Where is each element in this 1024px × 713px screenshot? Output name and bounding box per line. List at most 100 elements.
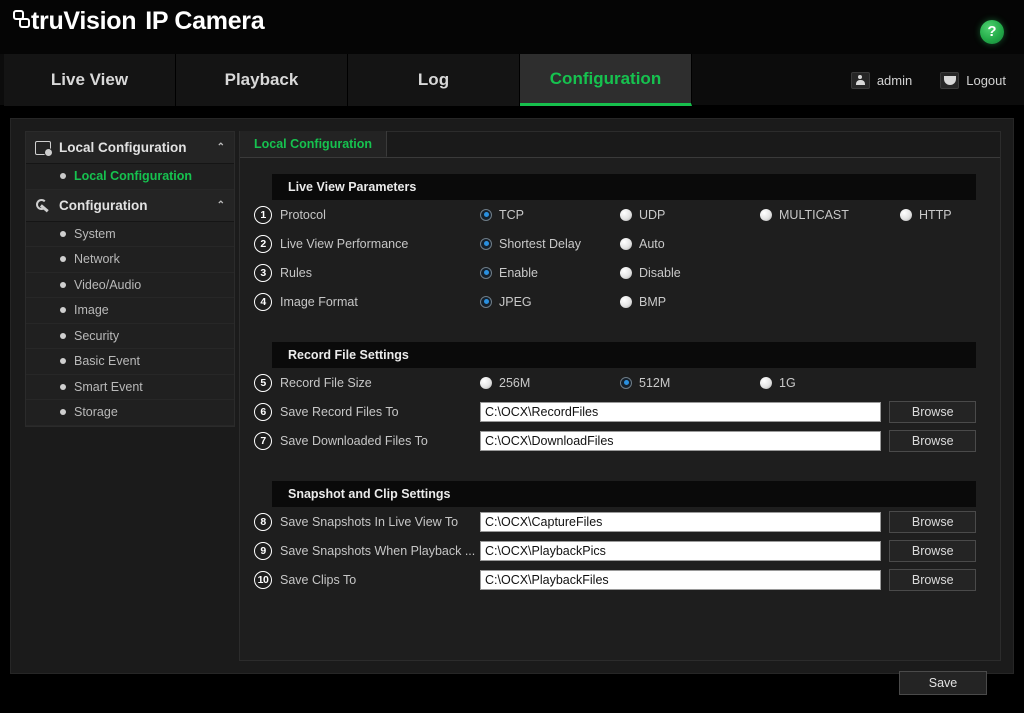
radio-label: JPEG	[499, 294, 532, 309]
sidebar: Local Configuration ⌃ Local Configuratio…	[25, 131, 235, 427]
radio-option-multicast[interactable]: MULTICAST	[760, 208, 900, 222]
radio-label: MULTICAST	[779, 207, 849, 222]
sidebar-item-basic-event[interactable]: Basic Event	[26, 349, 234, 375]
row-protocol: 1 Protocol TCP UDP MULTICAST HTTP	[254, 200, 976, 229]
user-avatar-icon	[850, 71, 870, 89]
sidebar-item-label: Video/Audio	[74, 277, 142, 292]
sidebar-item-label: System	[74, 226, 116, 241]
callout-marker: 9	[254, 541, 272, 560]
row-label: Protocol	[280, 207, 326, 222]
sidebar-group-label: Configuration	[59, 197, 148, 213]
browse-clips-button[interactable]: Browse	[889, 568, 976, 591]
radio-option-http[interactable]: HTTP	[900, 208, 952, 222]
callout-marker: 6	[254, 402, 272, 421]
sidebar-item-video-audio[interactable]: Video/Audio	[26, 273, 234, 298]
callout-marker: 7	[254, 431, 272, 450]
radio-icon	[760, 376, 772, 389]
inner-tabbar: Local Configuration	[240, 131, 1000, 158]
save-clips-input[interactable]	[480, 569, 882, 590]
sidebar-item-label: Storage	[74, 405, 118, 420]
save-record-files-input[interactable]	[480, 401, 882, 422]
radio-option-auto[interactable]: Auto	[620, 237, 665, 251]
radio-label: TCP	[499, 207, 524, 222]
save-downloaded-files-input[interactable]	[480, 430, 882, 451]
help-question-icon[interactable]: ?	[980, 20, 1004, 44]
page-body: Local Configuration ⌃ Local Configuratio…	[10, 118, 1014, 695]
bullet-icon	[60, 332, 66, 339]
radio-option-udp[interactable]: UDP	[620, 208, 760, 222]
main-navbar: Live View Playback Log Configuration adm…	[0, 54, 1024, 106]
save-bar: Save	[239, 667, 1001, 713]
browse-snapshots-live-view-button[interactable]: Browse	[889, 510, 976, 533]
row-rules: 3 Rules Enable Disable	[254, 258, 976, 287]
sidebar-item-image[interactable]: Image	[26, 298, 234, 324]
section-header-record-file-settings: Record File Settings	[272, 342, 976, 368]
radio-option-jpeg[interactable]: JPEG	[480, 295, 620, 309]
inner-tab-local-configuration[interactable]: Local Configuration	[240, 131, 388, 157]
radio-option-512m[interactable]: 512M	[620, 376, 760, 390]
brand-title: truVision IP Camera	[31, 7, 265, 35]
tab-log[interactable]: Log	[348, 54, 520, 106]
save-snapshots-live-view-input[interactable]	[480, 511, 882, 532]
logout-button[interactable]: Logout	[940, 71, 1006, 89]
radio-label: 1G	[779, 375, 796, 390]
radio-label: 512M	[639, 375, 671, 390]
sidebar-item-system[interactable]: System	[26, 222, 234, 247]
sidebar-item-storage[interactable]: Storage	[26, 400, 234, 426]
radio-label: HTTP	[919, 207, 952, 222]
radio-label: Auto	[639, 236, 665, 251]
radio-icon	[620, 376, 632, 389]
row-record-file-size: 5 Record File Size 256M 512M 1G	[254, 368, 976, 397]
monitor-icon	[35, 140, 53, 157]
radio-option-bmp[interactable]: BMP	[620, 295, 666, 309]
sidebar-group-configuration[interactable]: Configuration ⌃	[26, 189, 234, 222]
sidebar-item-local-configuration[interactable]: Local Configuration	[26, 164, 234, 190]
sidebar-item-network[interactable]: Network	[26, 247, 234, 273]
save-button[interactable]: Save	[899, 671, 987, 695]
callout-marker: 8	[254, 512, 272, 531]
row-label: Save Record Files To	[280, 404, 399, 419]
current-user[interactable]: admin	[850, 71, 913, 89]
bullet-icon	[60, 409, 66, 416]
row-image-format: 4 Image Format JPEG BMP	[254, 287, 976, 316]
radio-icon	[760, 208, 772, 221]
save-snapshots-playback-input[interactable]	[480, 540, 882, 561]
callout-marker: 4	[254, 292, 272, 311]
logout-label: Logout	[966, 72, 1006, 88]
sidebar-group-label: Local Configuration	[59, 140, 187, 155]
radio-option-tcp[interactable]: TCP	[480, 208, 620, 222]
sidebar-item-security[interactable]: Security	[26, 324, 234, 349]
row-label: Save Snapshots In Live View To	[280, 514, 459, 529]
radio-option-shortest-delay[interactable]: Shortest Delay	[480, 237, 620, 251]
radio-option-disable[interactable]: Disable	[620, 266, 681, 280]
chevron-up-icon[interactable]: ⌃	[217, 200, 225, 211]
logout-icon	[940, 71, 960, 89]
radio-option-1g[interactable]: 1G	[760, 376, 796, 390]
tab-live-view[interactable]: Live View	[4, 54, 176, 106]
row-label: Save Downloaded Files To	[280, 433, 428, 448]
username-label: admin	[876, 72, 913, 88]
sidebar-item-smart-event[interactable]: Smart Event	[26, 375, 234, 400]
callout-marker: 10	[254, 570, 272, 589]
radio-label: UDP	[639, 207, 666, 222]
section-header-snapshot-and-clip-settings: Snapshot and Clip Settings	[272, 481, 976, 507]
row-save-downloaded-files-to: 7 Save Downloaded Files To Browse	[254, 426, 976, 455]
callout-marker: 5	[254, 373, 272, 392]
chevron-up-icon[interactable]: ⌃	[217, 142, 225, 153]
row-label: Live View Performance	[280, 236, 409, 251]
row-label: Save Clips To	[280, 572, 357, 587]
browse-snapshots-playback-button[interactable]: Browse	[889, 539, 976, 562]
tab-configuration[interactable]: Configuration	[520, 54, 692, 106]
browse-record-files-button[interactable]: Browse	[889, 400, 976, 423]
radio-icon	[900, 208, 912, 221]
image-format-options: JPEG BMP	[480, 295, 666, 309]
tab-playback[interactable]: Playback	[176, 54, 348, 106]
radio-label: Enable	[499, 265, 538, 280]
radio-option-enable[interactable]: Enable	[480, 266, 620, 280]
account-area: admin Logout	[850, 54, 1006, 106]
brand-product: IP Camera	[145, 7, 265, 35]
sidebar-group-local-configuration[interactable]: Local Configuration ⌃	[26, 132, 234, 164]
radio-option-256m[interactable]: 256M	[480, 376, 620, 390]
browse-downloaded-files-button[interactable]: Browse	[889, 429, 976, 452]
